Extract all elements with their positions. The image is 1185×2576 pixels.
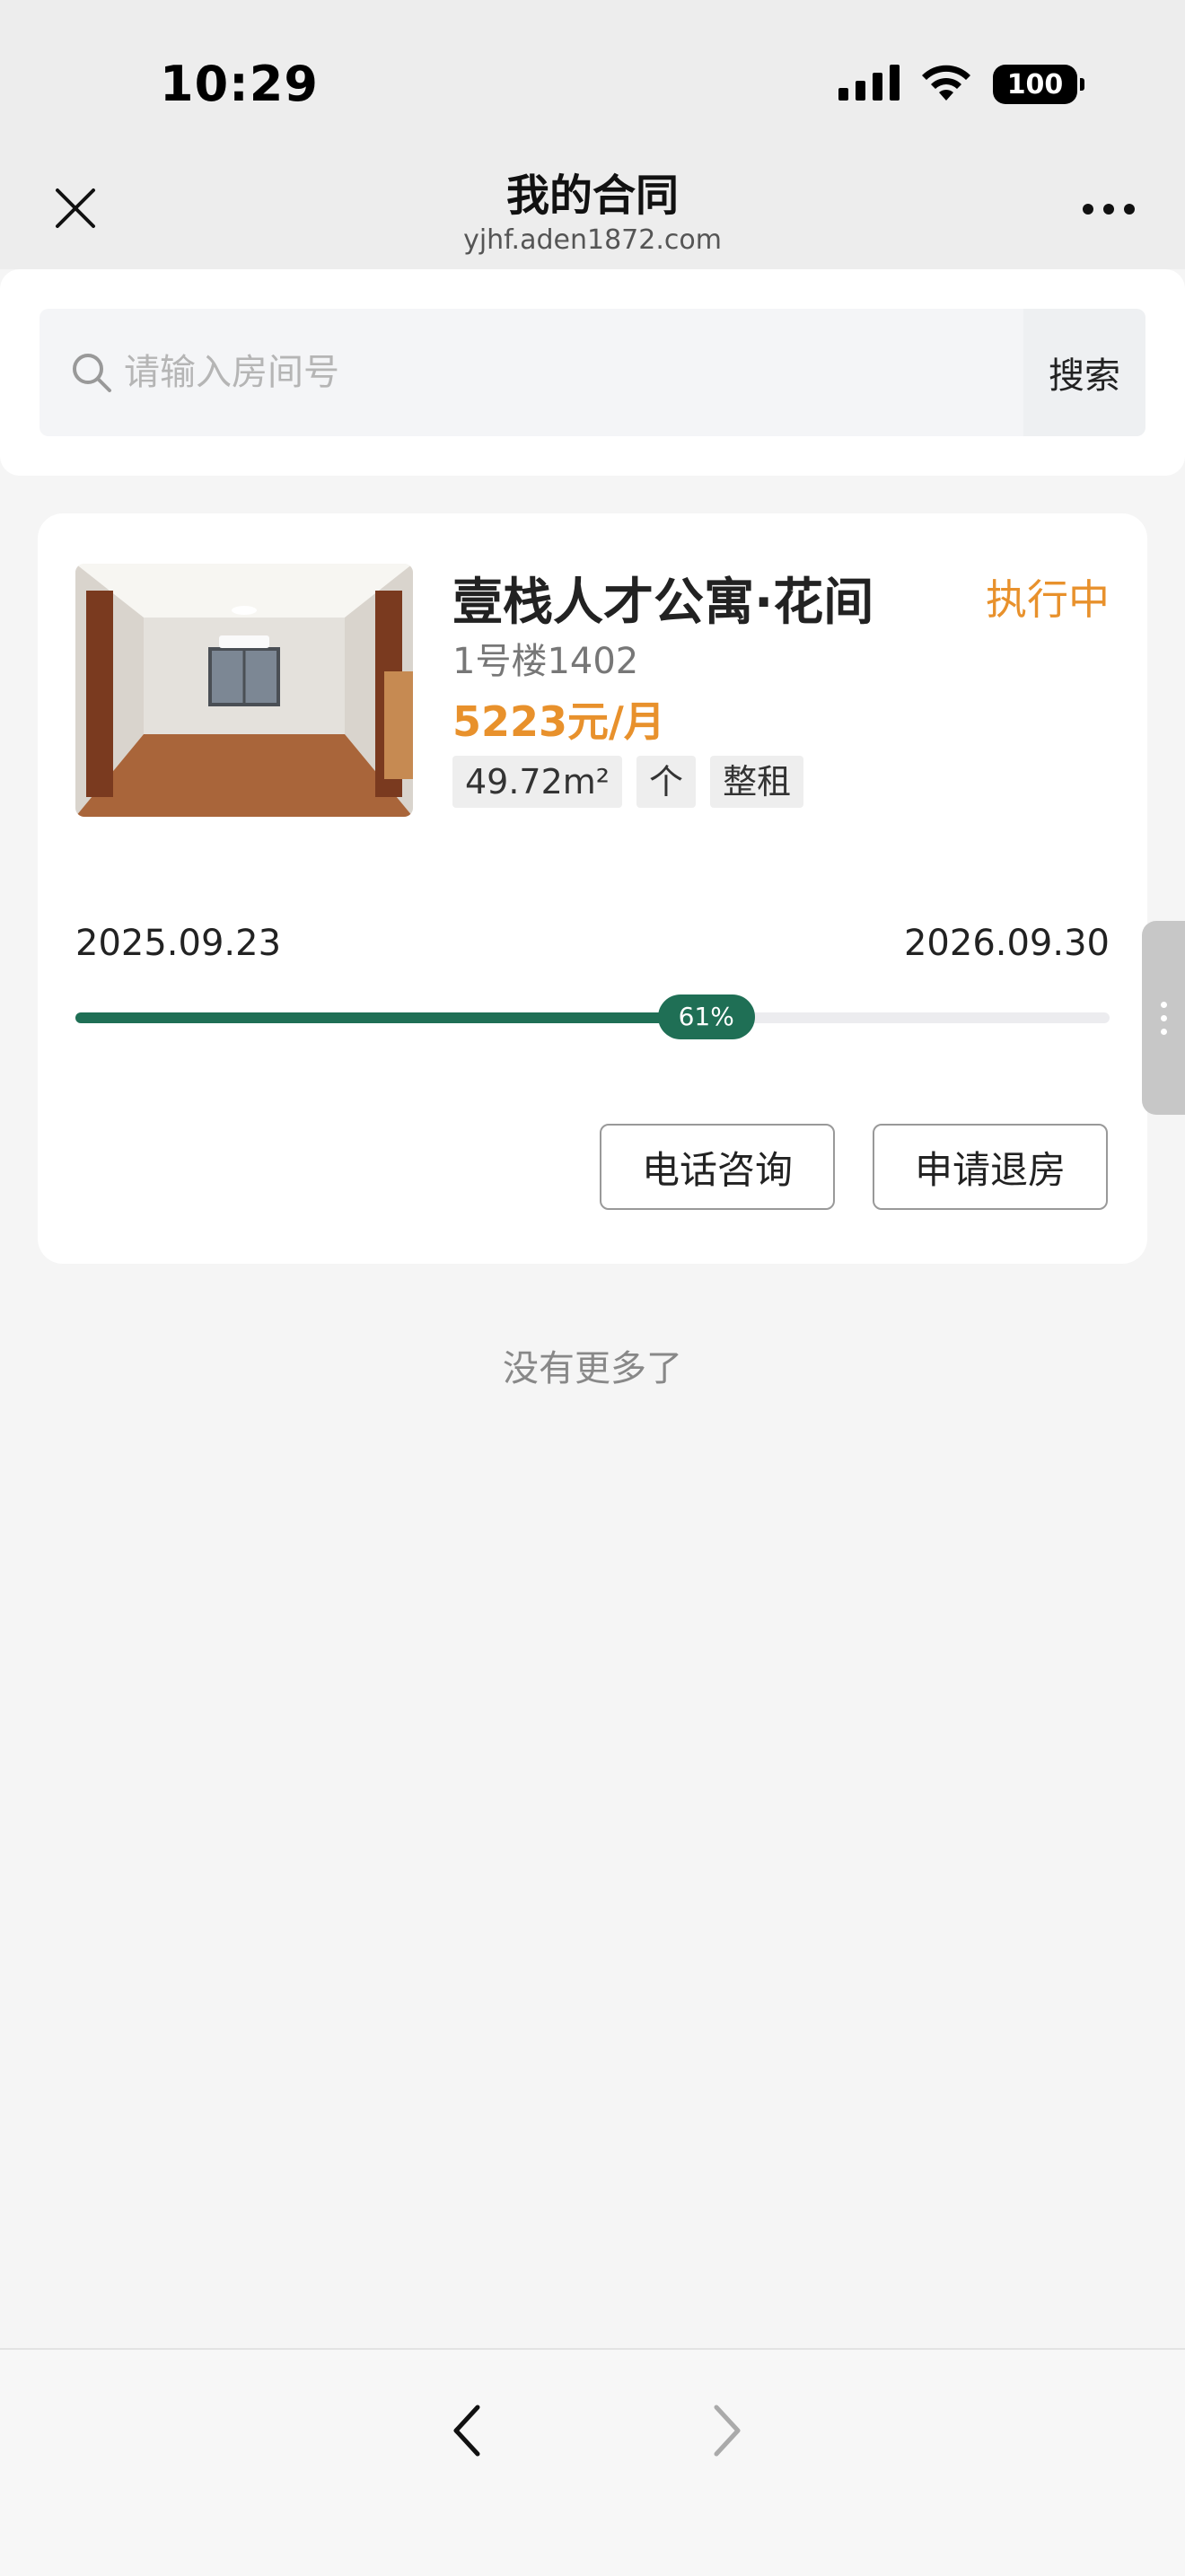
tag-area: 49.72m² xyxy=(452,756,623,808)
chevron-right-icon[interactable] xyxy=(691,2395,763,2466)
tag-unit: 个 xyxy=(636,756,697,808)
apartment-title: 壹栈人才公寓·花间 xyxy=(452,574,874,632)
nav-bar: 我的合同 yjhf.aden1872.com xyxy=(0,162,1185,269)
progress-fill xyxy=(75,1012,707,1023)
status-icons: 100 xyxy=(838,63,1084,106)
bottom-toolbar xyxy=(0,2348,1185,2576)
battery-icon: 100 xyxy=(993,65,1084,104)
tag-list: 49.72m² 个 整租 xyxy=(452,756,804,808)
end-date: 2026.09.30 xyxy=(903,923,1110,964)
signal-icon xyxy=(838,65,900,104)
monthly-price: 5223元/月 xyxy=(452,697,665,746)
status-bar: 10:29 100 xyxy=(0,0,1185,162)
battery-level: 100 xyxy=(1006,68,1064,101)
side-drawer-handle[interactable] xyxy=(1142,921,1185,1115)
search-panel: 搜索 xyxy=(0,269,1185,476)
contract-progress-bar: 61% xyxy=(75,994,1110,1039)
chevron-left-icon[interactable] xyxy=(431,2395,503,2466)
search-icon xyxy=(70,351,113,394)
handle-dot xyxy=(1160,1001,1167,1008)
search-box: 搜索 xyxy=(40,309,1146,436)
contract-card[interactable]: 壹栈人才公寓·花间 执行中 1号楼1402 5223元/月 49.72m² 个 … xyxy=(38,513,1147,1264)
start-date: 2025.09.23 xyxy=(75,923,282,964)
more-icon[interactable] xyxy=(1077,196,1140,223)
phone-consult-button[interactable]: 电话咨询 xyxy=(600,1124,835,1210)
handle-dot xyxy=(1160,1014,1167,1021)
status-time: 10:29 xyxy=(160,56,319,112)
no-more-text: 没有更多了 xyxy=(503,1348,682,1389)
progress-label: 61% xyxy=(657,994,755,1039)
status-badge: 执行中 xyxy=(986,575,1110,624)
search-input[interactable] xyxy=(122,351,1023,394)
wifi-icon xyxy=(919,63,973,106)
page-title: 我的合同 xyxy=(505,171,679,221)
apply-checkout-button[interactable]: 申请退房 xyxy=(873,1124,1108,1210)
tag-rent-type: 整租 xyxy=(710,756,804,808)
search-button[interactable]: 搜索 xyxy=(1023,309,1146,436)
handle-dot xyxy=(1160,1028,1167,1035)
nav-title-group: 我的合同 yjhf.aden1872.com xyxy=(0,167,1185,257)
room-number: 1号楼1402 xyxy=(452,641,639,682)
page-url: yjhf.aden1872.com xyxy=(463,224,722,256)
room-photo xyxy=(75,564,413,817)
